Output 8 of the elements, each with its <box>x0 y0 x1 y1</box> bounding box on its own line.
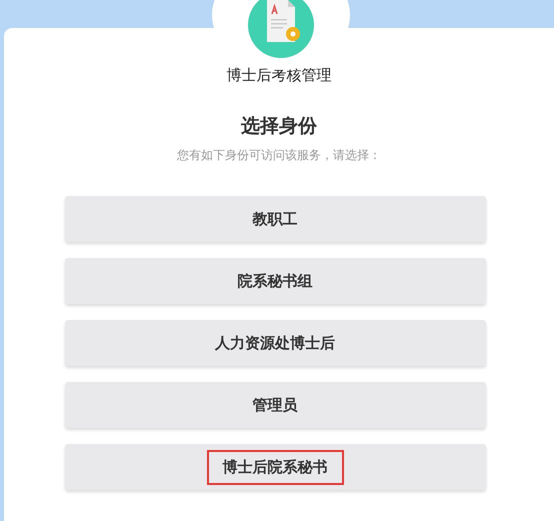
page-heading: 选择身份 <box>241 114 317 139</box>
role-button[interactable]: 教职工 <box>64 196 486 242</box>
role-button[interactable]: 博士后院系秘书 <box>64 444 486 490</box>
role-button[interactable]: 院系秘书组 <box>64 258 486 304</box>
role-button[interactable]: 管理员 <box>64 382 486 428</box>
document-gear-icon <box>248 0 314 58</box>
page-subtitle: 您有如下身份可访问该服务，请选择： <box>177 147 381 164</box>
role-button[interactable]: 人力资源处博士后 <box>64 320 486 366</box>
